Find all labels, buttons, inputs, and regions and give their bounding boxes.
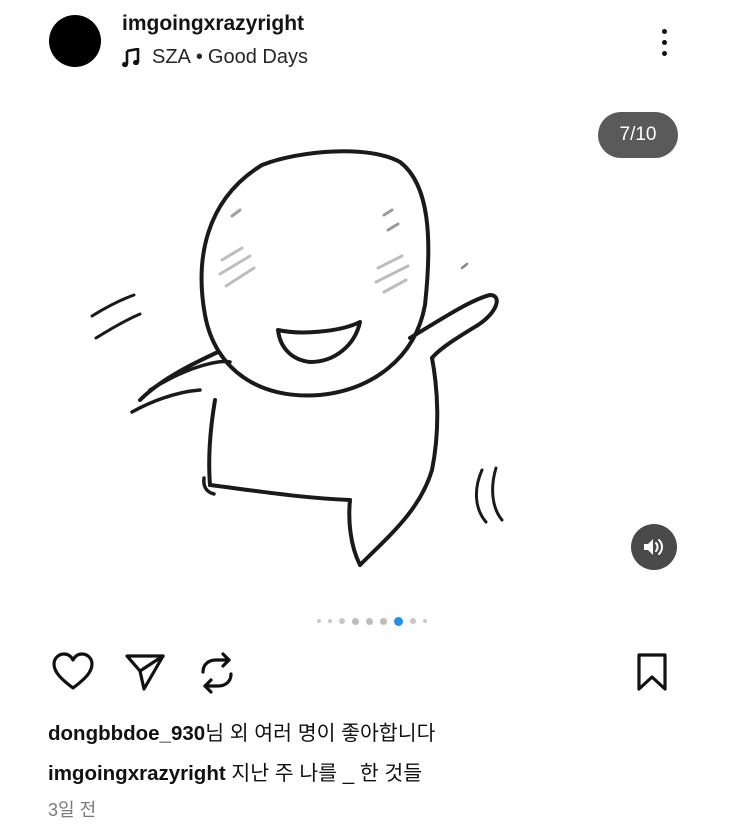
post-timestamp: 3일 전 [48, 800, 97, 820]
more-vertical-icon-dot [661, 50, 667, 56]
heart-icon[interactable] [51, 652, 95, 692]
carousel-counter: 7/10 [598, 112, 678, 158]
volume-icon [644, 539, 663, 555]
carousel-dot [410, 618, 416, 624]
carousel-dot [352, 617, 359, 625]
post-caption: imgoingxrazyright 지난 주 나를 _ 한 것들 [48, 756, 422, 786]
more-vertical-icon [661, 28, 667, 34]
post-media[interactable]: 7/10 [0, 90, 740, 610]
music-track: Good Days [207, 46, 308, 68]
carousel-dot [380, 617, 387, 625]
likes-suffix: 님 외 여러 명이 좋아합니다 [205, 722, 436, 745]
caption-text: 지난 주 나를 _ 한 것들 [231, 762, 423, 785]
post-header: imgoingxrazyright SZA • Good Days [0, 0, 740, 90]
caption-username[interactable]: imgoingxrazyright [48, 762, 226, 785]
repost-icon[interactable] [197, 652, 237, 694]
post-username[interactable]: imgoingxrazyright [122, 12, 304, 36]
carousel-dot [317, 619, 321, 623]
carousel-dot [339, 618, 345, 624]
volume-button[interactable] [631, 524, 677, 570]
likes-summary[interactable]: dongbbdoe_930님 외 여러 명이 좋아합니다 [48, 716, 435, 746]
more-options-button[interactable] [648, 22, 680, 62]
carousel-dot [366, 617, 373, 625]
carousel-indicator [0, 614, 740, 628]
more-vertical-icon-dot [661, 39, 667, 45]
music-note-icon [122, 47, 140, 67]
avatar[interactable] [49, 15, 101, 67]
post-drawing [90, 149, 504, 567]
carousel-dot [328, 619, 332, 623]
music-artist: SZA [152, 46, 191, 68]
music-separator: • [195, 46, 203, 68]
bookmark-icon[interactable] [634, 652, 670, 692]
send-icon[interactable] [124, 652, 166, 692]
carousel-dot [423, 619, 427, 623]
music-info[interactable]: SZA • Good Days [122, 46, 308, 69]
carousel-dot-active [394, 616, 403, 626]
likes-user[interactable]: dongbbdoe_930 [48, 722, 205, 745]
